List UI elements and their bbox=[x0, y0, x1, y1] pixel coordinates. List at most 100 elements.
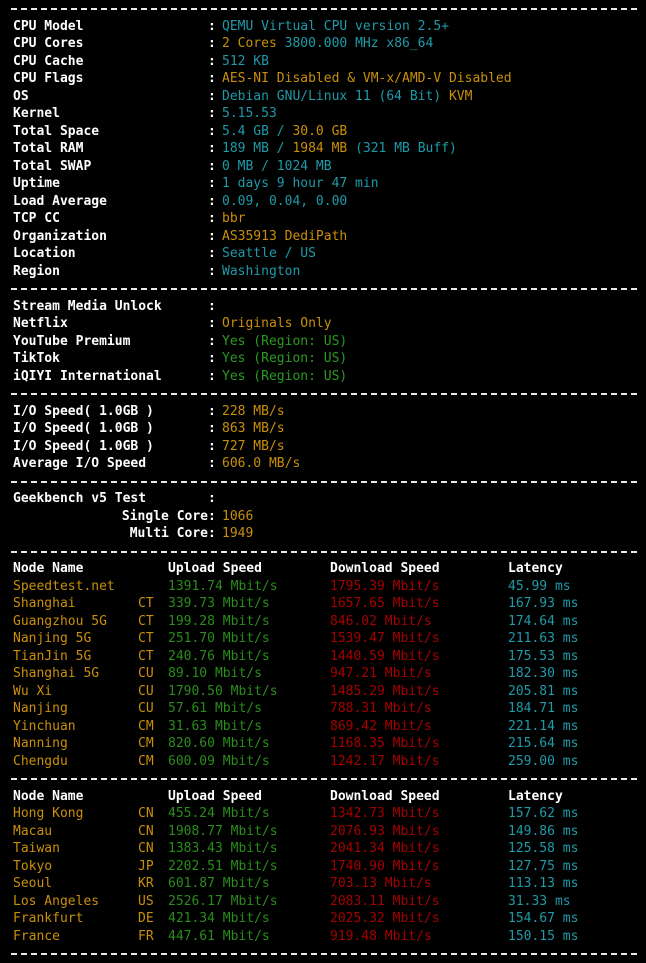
cell-isp-code: DE bbox=[138, 911, 154, 926]
system_info.rows-label: Uptime bbox=[13, 176, 60, 191]
cell-isp-code: CM bbox=[138, 718, 154, 734]
separator-after-io-speed bbox=[0, 473, 646, 491]
cell-latency: 215.64 ms bbox=[508, 736, 579, 751]
stream_media.rows-value: Yes (Region: US) bbox=[222, 368, 347, 386]
value-text: 5.15.53 bbox=[222, 106, 277, 121]
system_info.rows-value: AES-NI Disabled & VM-x/AMD-V Disabled bbox=[222, 70, 512, 88]
cell-node-name: France bbox=[13, 928, 60, 944]
cell-node-name: Chengdu bbox=[13, 753, 68, 769]
system_info.rows-label: Location bbox=[13, 246, 76, 261]
cell-node-name: Guangzhou 5G bbox=[13, 613, 107, 629]
io_speed.rows-label: I/O Speed( 1.0GB ) bbox=[13, 421, 154, 436]
cell-node-name: Shanghai 5G bbox=[13, 666, 100, 681]
value-part-primary: 2 Cores bbox=[222, 36, 277, 51]
colon-separator: : bbox=[208, 193, 216, 209]
column-header-latency: Latency bbox=[508, 788, 563, 804]
system_info.rows-label: Region bbox=[13, 263, 60, 279]
column-header-download-speed: Download Speed bbox=[330, 561, 440, 576]
cell-isp-code: CM bbox=[138, 753, 154, 769]
cell-node-name: Los Angeles bbox=[13, 893, 100, 909]
cell-latency: 125.58 ms bbox=[508, 841, 579, 856]
cell-latency: 205.81 ms bbox=[508, 683, 579, 699]
system_info.rows-label: CPU Flags bbox=[13, 71, 84, 86]
cell-upload-speed: 339.73 Mbit/s bbox=[168, 596, 270, 611]
colon-separator: : bbox=[208, 123, 216, 139]
cell-latency: 259.00 ms bbox=[508, 753, 579, 769]
colon-separator: : bbox=[208, 263, 216, 279]
stream_media.rows-label: YouTube Premium bbox=[13, 333, 131, 349]
value-part-buffer: (321 MB Buff) bbox=[347, 141, 457, 156]
cell-isp-code: FR bbox=[138, 928, 154, 944]
value-part-primary: Debian GNU/Linux 11 (64 Bit) bbox=[222, 88, 449, 104]
system_info.rows-label: Load Average bbox=[13, 193, 107, 209]
geekbench.rows-value: 1066 bbox=[222, 508, 253, 526]
table-row: Tokyo JP 2202.51 Mbit/s 1740.90 Mbit/s 127.7… bbox=[0, 858, 646, 876]
cell-node-name: Frankfurt bbox=[13, 911, 84, 926]
cell-latency: 184.71 ms bbox=[508, 701, 579, 716]
colon-separator: : bbox=[208, 246, 216, 261]
colon-separator: : bbox=[208, 298, 216, 314]
io_speed.rows-label: I/O Speed( 1.0GB ) bbox=[13, 403, 154, 419]
value-text: 863 MB/s bbox=[222, 421, 285, 436]
colon-separator: : bbox=[208, 526, 216, 541]
cell-upload-speed: 1790.50 Mbit/s bbox=[168, 683, 278, 699]
table-row: Nanning CM 820.60 Mbit/s 1168.35 Mbit/s 215.… bbox=[0, 735, 646, 753]
column-header-upload-speed: Upload Speed bbox=[168, 561, 262, 576]
system_info.rows-label: Kernel bbox=[13, 106, 60, 121]
io_speed.rows-value: 863 MB/s bbox=[222, 420, 285, 438]
speedtest-international-table: Node Name Upload Speed Download Speed Laten… bbox=[0, 788, 646, 946]
system_info.rows-value: 5.4 GB / 30.0 GB bbox=[222, 123, 347, 141]
stream_media.rows-value: Yes (Region: US) bbox=[222, 350, 347, 368]
value-text: Washington bbox=[222, 263, 301, 279]
cell-upload-speed: 31.63 Mbit/s bbox=[168, 718, 262, 734]
colon-separator: : bbox=[208, 106, 216, 121]
value-text: 1 days 9 hour 47 min bbox=[222, 176, 379, 191]
cell-latency: 174.64 ms bbox=[508, 613, 579, 629]
value-text: 1066 bbox=[222, 508, 254, 524]
cell-node-name: Macau bbox=[13, 823, 53, 839]
system_info.rows-value: bbr bbox=[222, 210, 245, 228]
cell-upload-speed: 601.87 Mbit/s bbox=[168, 876, 270, 891]
cell-node-name: Hong Kong bbox=[13, 806, 84, 821]
info-row: I/O Speed( 1.0GB ):863 MB/s bbox=[0, 420, 646, 438]
info-row: Load Average:0.09, 0.04, 0.00 bbox=[0, 193, 646, 211]
geekbench-title: Geekbench v5 Test bbox=[13, 491, 147, 506]
geekbench.rows-label: Single Core bbox=[121, 508, 208, 524]
value-text: Yes (Region: US) bbox=[222, 351, 348, 366]
info-row: Multi Core: 1949 bbox=[0, 525, 646, 543]
system_info.rows-label: TCP CC bbox=[13, 211, 60, 226]
cell-download-speed: 1795.39 Mbit/s bbox=[330, 578, 440, 594]
cell-node-name: Tokyo bbox=[13, 858, 53, 874]
cell-upload-speed: 2202.51 Mbit/s bbox=[168, 858, 278, 874]
cell-download-speed: 947.21 Mbit/s bbox=[330, 666, 432, 681]
cell-isp-code: CT bbox=[138, 613, 154, 629]
table-header-row: Node Name Upload Speed Download Speed Laten… bbox=[0, 560, 646, 578]
table-row: Seoul KR 601.87 Mbit/s 703.13 Mbit/s 113.13 … bbox=[0, 875, 646, 893]
value-part-secondary: 3800.000 MHz x86_64 bbox=[276, 36, 434, 51]
value-part-primary: 5.4 GB / bbox=[222, 123, 293, 139]
cell-upload-speed: 820.60 Mbit/s bbox=[168, 736, 270, 751]
colon-separator: : bbox=[208, 176, 216, 191]
colon-separator: : bbox=[208, 421, 216, 436]
colon-separator: : bbox=[208, 71, 216, 86]
cell-node-name: Nanjing bbox=[13, 701, 68, 716]
cell-isp-code: CU bbox=[138, 683, 154, 699]
system_info.rows-value: 189 MB / 1984 MB (321 MB Buff) bbox=[222, 140, 457, 158]
cell-upload-speed: 1908.77 Mbit/s bbox=[168, 823, 278, 839]
value-text: AES-NI Disabled & VM-x/AMD-V Disabled bbox=[222, 71, 512, 86]
io-speed-block: I/O Speed( 1.0GB ):228 MB/s I/O Speed( 1.… bbox=[0, 403, 646, 473]
cell-latency: 45.99 ms bbox=[508, 578, 571, 594]
info-row: CPU Flags: AES-NI Disabled & VM-x/AMD-V D… bbox=[0, 70, 646, 88]
cell-latency: 113.13 ms bbox=[508, 876, 579, 891]
cell-download-speed: 2041.34 Mbit/s bbox=[330, 841, 440, 856]
colon-separator: : bbox=[208, 316, 216, 331]
cell-upload-speed: 251.70 Mbit/s bbox=[168, 631, 270, 646]
cell-latency: 149.86 ms bbox=[508, 823, 579, 839]
value-part-secondary: 30.0 GB bbox=[292, 123, 348, 139]
io_speed.rows-label: I/O Speed( 1.0GB ) bbox=[13, 438, 154, 454]
cell-latency: 221.14 ms bbox=[508, 718, 579, 734]
cell-upload-speed: 455.24 Mbit/s bbox=[168, 806, 270, 821]
colon-separator: : bbox=[208, 158, 216, 174]
info-row: CPU Model: QEMU Virtual CPU version 2.5+ bbox=[0, 18, 646, 36]
cell-latency: 31.33 ms bbox=[508, 893, 571, 909]
